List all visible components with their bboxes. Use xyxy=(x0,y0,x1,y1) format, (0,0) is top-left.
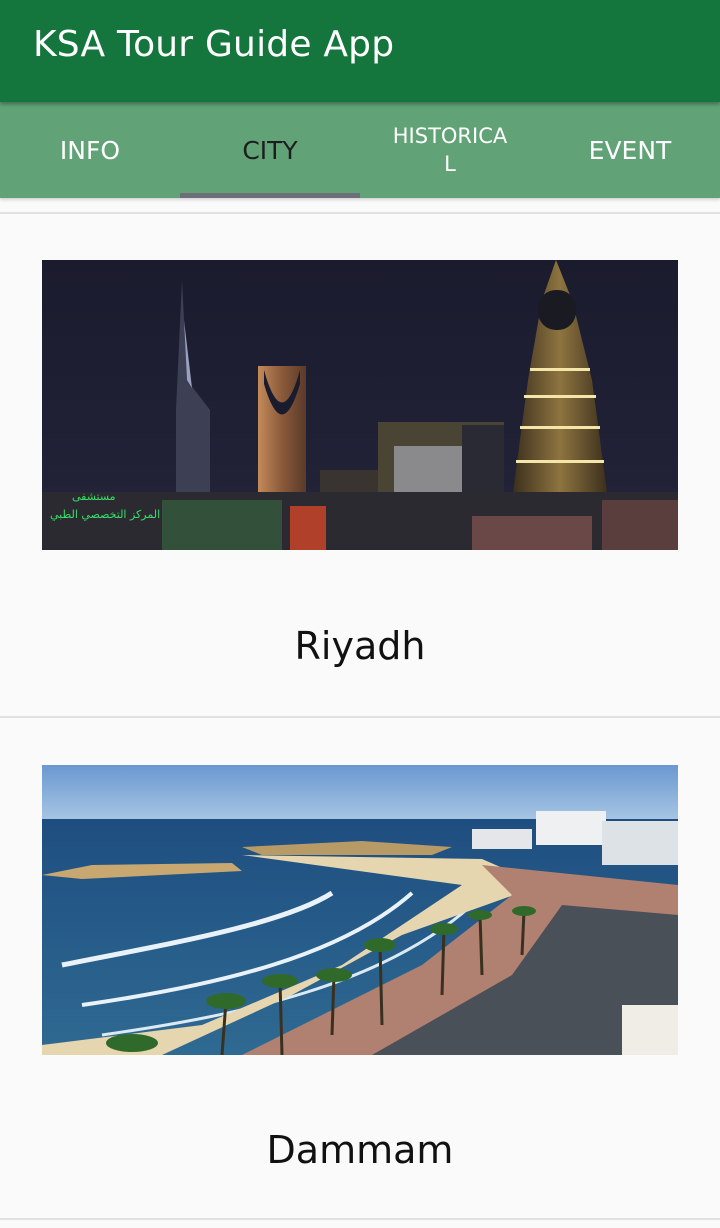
city-list[interactable]: مستشفى المركز التخصصي الطبي Riyadh Damma… xyxy=(0,198,720,1220)
tab-historical[interactable]: HISTORICAL xyxy=(360,102,540,198)
riyadh-image: مستشفى المركز التخصصي الطبي xyxy=(42,260,678,550)
tab-bar: INFO CITY HISTORICAL EVENT xyxy=(0,102,720,198)
riyadh-skyline-photo: مستشفى المركز التخصصي الطبي xyxy=(42,260,678,550)
tab-city[interactable]: CITY xyxy=(180,102,360,198)
list-divider xyxy=(0,1218,720,1220)
tab-info[interactable]: INFO xyxy=(0,102,180,198)
tab-event[interactable]: EVENT xyxy=(540,102,720,198)
city-card-riyadh[interactable]: مستشفى المركز التخصصي الطبي Riyadh xyxy=(0,214,720,716)
dammam-image xyxy=(42,765,678,1055)
tab-city-label: CITY xyxy=(242,135,298,165)
city-name-dammam: Dammam xyxy=(266,1128,454,1172)
tab-info-label: INFO xyxy=(59,135,121,165)
app-bar: KSA Tour Guide App xyxy=(0,0,720,102)
active-tab-indicator xyxy=(180,193,360,198)
riyadh-sign-line2: المركز التخصصي الطبي xyxy=(50,508,160,521)
app-title: KSA Tour Guide App xyxy=(33,24,395,65)
city-card-dammam[interactable]: Dammam xyxy=(0,718,720,1218)
tab-event-label: EVENT xyxy=(588,135,672,165)
dammam-coastline-photo xyxy=(42,765,678,1055)
tab-historical-label: HISTORICAL xyxy=(392,124,508,176)
riyadh-sign-line1: مستشفى xyxy=(72,490,116,503)
city-name-riyadh: Riyadh xyxy=(294,624,426,668)
